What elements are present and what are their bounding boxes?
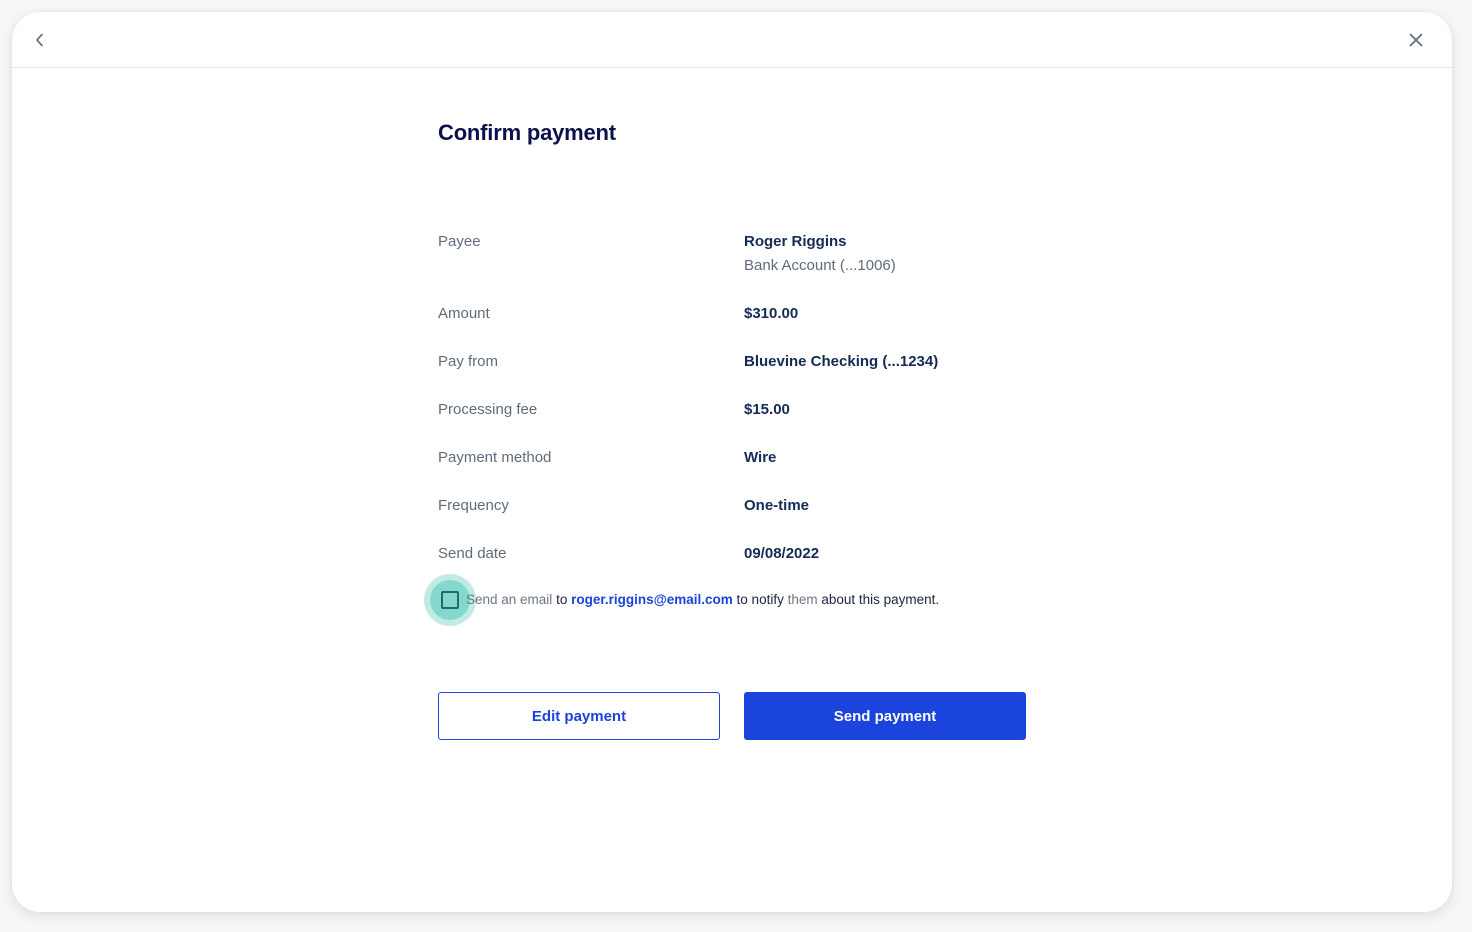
notify-text-part: to (552, 592, 572, 607)
notify-text-part: Send an email (466, 592, 553, 607)
close-icon (1409, 33, 1423, 47)
detail-value: One-time (744, 497, 810, 514)
close-button[interactable] (1402, 26, 1430, 54)
detail-label: Payee (438, 233, 481, 250)
detail-value: Bluevine Checking (...1234) (744, 353, 939, 370)
back-button[interactable] (26, 26, 54, 54)
send-payment-button[interactable]: Send payment (744, 692, 1026, 740)
detail-value: Wire (744, 449, 777, 466)
edit-payment-button[interactable]: Edit payment (438, 692, 720, 740)
detail-label: Pay from (438, 353, 499, 370)
notify-text-part: to notify (732, 592, 788, 607)
notify-text-part: them (787, 592, 818, 607)
payee-email-link[interactable]: roger.riggins@email.com (571, 592, 733, 607)
notify-label[interactable]: Send an email to roger.riggins@email.com… (466, 592, 939, 607)
checkbox-focus-ring (430, 580, 470, 620)
detail-label: Send date (438, 545, 507, 562)
checkbox-box[interactable] (441, 591, 459, 609)
notify-text-part: about this payment. (817, 592, 940, 607)
payee-account: Bank Account (...1006) (744, 257, 896, 274)
detail-value: $310.00 (744, 305, 799, 322)
detail-value: $15.00 (744, 401, 790, 418)
notify-payee-option: Send an email to roger.riggins@email.com… (424, 574, 1044, 626)
chevron-left-icon (36, 33, 43, 47)
confirm-payment-modal: Confirm payment Payee Roger Riggins Bank… (12, 12, 1452, 912)
detail-label: Payment method (438, 449, 552, 466)
payee-name: Roger Riggins (744, 233, 847, 250)
page-title: Confirm payment (438, 120, 616, 145)
detail-value: 09/08/2022 (744, 545, 820, 562)
detail-label: Processing fee (438, 401, 538, 418)
detail-label: Frequency (438, 497, 509, 514)
modal-header (12, 12, 1452, 68)
detail-label: Amount (438, 305, 490, 322)
